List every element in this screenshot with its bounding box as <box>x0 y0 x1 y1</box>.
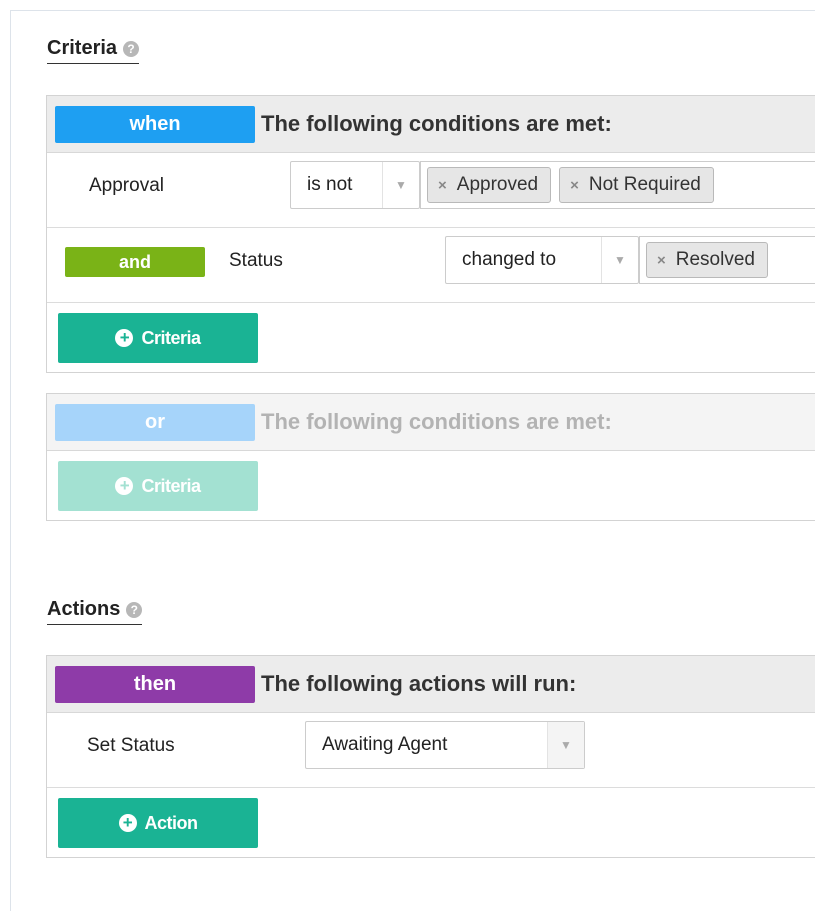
value-chip-not-required: × Not Required <box>559 167 714 203</box>
then-group-header: then The following actions will run: <box>47 656 815 713</box>
action-value-select[interactable]: Awaiting Agent ▼ <box>305 721 585 769</box>
operator-select[interactable]: changed to ▼ <box>445 236 639 284</box>
plus-circle-icon: + <box>115 477 134 495</box>
when-condition-group: when The following conditions are met: A… <box>46 95 815 373</box>
chip-label: Resolved <box>675 249 755 270</box>
operator-select[interactable]: is not ▼ <box>290 161 420 209</box>
or-condition-group: or The following conditions are met: + C… <box>46 393 815 521</box>
then-action-group: then The following actions will run: Set… <box>46 655 815 858</box>
add-criteria-button[interactable]: + Criteria <box>58 313 258 363</box>
add-action-row: + Action <box>47 788 815 857</box>
add-or-criteria-label: Criteria <box>141 475 201 496</box>
value-chip-resolved: × Resolved <box>646 242 768 278</box>
when-group-heading: The following conditions are met: <box>261 111 612 136</box>
action-row-set-status: Set Status Awaiting Agent ▼ <box>47 713 815 788</box>
add-action-button[interactable]: + Action <box>58 798 258 848</box>
when-tag[interactable]: when <box>55 106 255 143</box>
actions-section-title: Actions ? <box>47 598 143 625</box>
and-connector-tag[interactable]: and <box>65 247 205 277</box>
then-tag[interactable]: then <box>55 666 255 703</box>
chip-label: Approved <box>456 174 539 195</box>
add-criteria-row: + Criteria <box>47 303 815 372</box>
or-tag[interactable]: or <box>55 404 255 441</box>
value-chip-approved: × Approved <box>427 167 552 203</box>
plus-circle-icon: + <box>118 814 137 832</box>
condition-row-status: and Status changed to ▼ × Resolved <box>47 228 815 303</box>
operator-select-value: is not <box>307 174 353 195</box>
then-group-heading: The following actions will run: <box>261 671 577 696</box>
condition-row-approval: Approval is not ▼ × Approved × Not Requi… <box>47 153 815 228</box>
or-group-heading: The following conditions are met: <box>261 409 612 434</box>
chip-label: Not Required <box>588 174 701 195</box>
or-group-header: or The following conditions are met: <box>47 394 815 451</box>
operator-select-value: changed to <box>462 249 557 270</box>
criteria-title-text: Criteria <box>47 37 118 59</box>
add-action-label: Action <box>144 812 199 833</box>
condition-field-label: Status <box>229 250 283 271</box>
remove-chip-icon[interactable]: × <box>657 252 666 269</box>
chevron-down-icon[interactable]: ▼ <box>382 162 419 208</box>
condition-field-label: Approval <box>89 175 164 196</box>
add-or-criteria-button[interactable]: + Criteria <box>58 461 258 511</box>
add-or-criteria-row: + Criteria <box>47 451 815 520</box>
values-multiselect[interactable]: × Resolved <box>639 236 815 284</box>
action-select-value: Awaiting Agent <box>322 734 448 755</box>
chevron-down-icon[interactable]: ▼ <box>601 237 638 283</box>
chevron-down-icon[interactable]: ▼ <box>547 722 584 768</box>
question-circle-icon[interactable]: ? <box>126 601 143 618</box>
plus-circle-icon: + <box>115 329 134 347</box>
remove-chip-icon[interactable]: × <box>570 177 579 194</box>
criteria-section-title: Criteria ? <box>47 37 140 64</box>
add-criteria-label: Criteria <box>141 327 201 348</box>
remove-chip-icon[interactable]: × <box>438 177 447 194</box>
values-multiselect[interactable]: × Approved × Not Required <box>420 161 815 209</box>
when-group-header: when The following conditions are met: <box>47 96 815 153</box>
question-circle-icon[interactable]: ? <box>123 40 140 57</box>
action-field-label: Set Status <box>87 735 175 756</box>
actions-title-text: Actions <box>47 598 121 620</box>
